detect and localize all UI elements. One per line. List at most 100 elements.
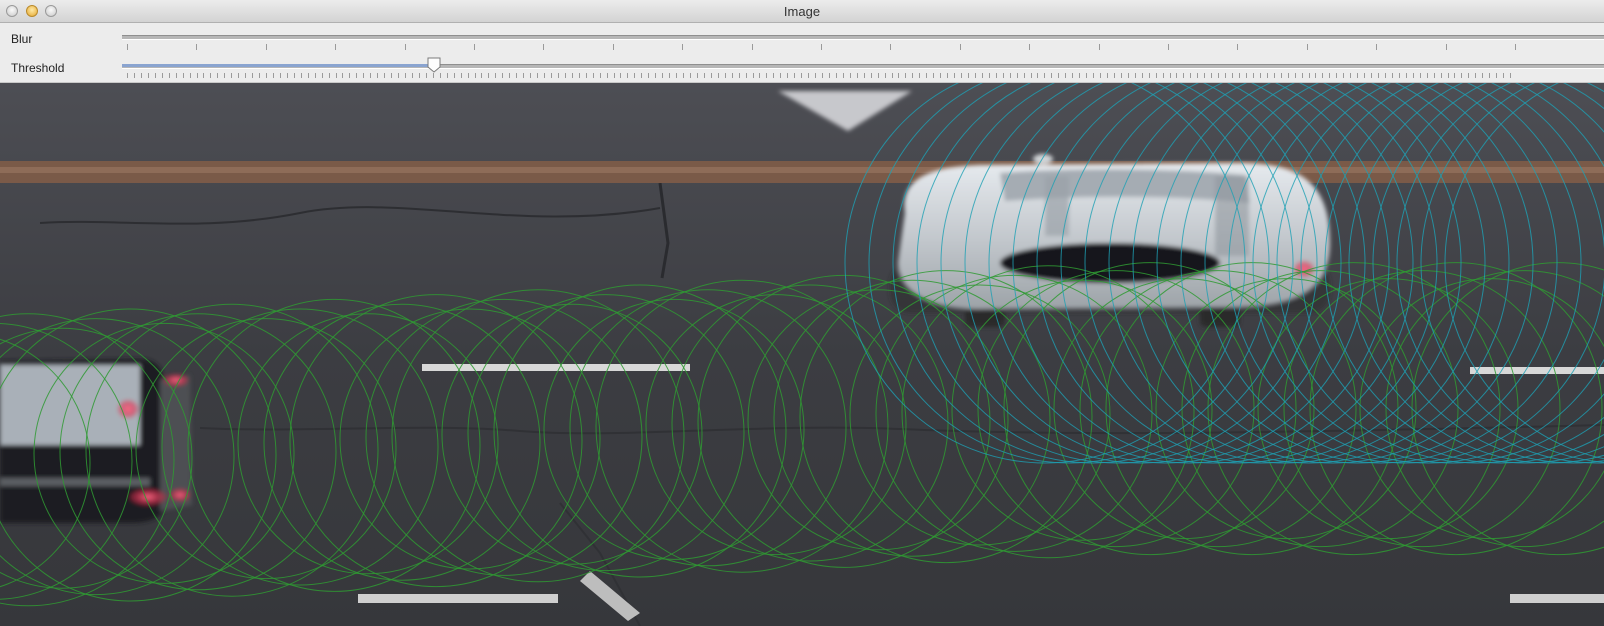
slider-tick bbox=[391, 73, 393, 78]
slider-tick bbox=[808, 73, 810, 78]
center-line-highlight bbox=[0, 167, 1604, 173]
slider-tick bbox=[676, 73, 678, 78]
threshold-slider-thumb[interactable] bbox=[426, 57, 442, 73]
lane-dash bbox=[1510, 594, 1604, 603]
slider-tick bbox=[613, 73, 615, 78]
blur-slider-row: Blur bbox=[0, 25, 1604, 53]
slider-tick bbox=[842, 73, 844, 78]
slider-tick bbox=[1357, 73, 1359, 78]
slider-tick bbox=[940, 73, 942, 78]
slider-tick bbox=[196, 44, 198, 50]
slider-tick bbox=[884, 73, 886, 78]
slider-tick bbox=[495, 73, 497, 78]
slider-tick bbox=[835, 73, 837, 78]
slider-tick bbox=[828, 73, 830, 78]
slider-tick bbox=[891, 73, 893, 78]
slider-tick bbox=[488, 73, 490, 78]
slider-tick bbox=[912, 73, 914, 78]
slider-tick bbox=[1155, 73, 1157, 78]
slider-tick bbox=[1280, 73, 1282, 78]
blur-slider[interactable] bbox=[122, 25, 1604, 53]
slider-tick bbox=[189, 73, 191, 78]
slider-tick bbox=[460, 73, 462, 78]
slider-tick bbox=[954, 73, 956, 78]
slider-tick bbox=[1482, 73, 1484, 78]
slider-tick bbox=[363, 73, 365, 78]
slider-tick bbox=[1454, 73, 1456, 78]
image-viewport bbox=[0, 83, 1604, 626]
slider-tick bbox=[877, 73, 879, 78]
slider-tick bbox=[245, 73, 247, 78]
slider-tick bbox=[1237, 44, 1239, 50]
slider-tick bbox=[404, 44, 406, 50]
slider-tick bbox=[1134, 73, 1136, 78]
slider-tick bbox=[919, 73, 921, 78]
slider-tick bbox=[634, 73, 636, 78]
slider-tick bbox=[1398, 73, 1400, 78]
threshold-slider-ticks bbox=[122, 73, 1604, 80]
threshold-label: Threshold bbox=[11, 61, 65, 75]
slider-tick bbox=[1343, 73, 1345, 78]
slider-tick bbox=[1371, 73, 1373, 78]
dark-suv bbox=[0, 359, 192, 523]
slider-tick bbox=[474, 44, 475, 50]
slider-tick bbox=[1294, 73, 1296, 78]
slider-tick bbox=[1197, 73, 1199, 78]
slider-tick bbox=[439, 73, 441, 78]
road-image bbox=[0, 83, 1604, 626]
slider-tick bbox=[703, 73, 705, 78]
slider-tick bbox=[745, 73, 747, 78]
slider-tick bbox=[898, 73, 900, 78]
slider-tick bbox=[432, 73, 434, 78]
slider-tick bbox=[502, 73, 504, 78]
slider-tick bbox=[599, 73, 601, 78]
slider-tick bbox=[974, 73, 976, 78]
slider-tick bbox=[1168, 44, 1169, 50]
slider-tick bbox=[1106, 73, 1108, 78]
slider-tick bbox=[1447, 73, 1449, 78]
window-title: Image bbox=[783, 4, 821, 19]
slider-tick bbox=[612, 44, 614, 50]
blur-label: Blur bbox=[11, 32, 33, 46]
slider-tick bbox=[1322, 73, 1324, 78]
slider-tick bbox=[557, 73, 559, 78]
slider-tick bbox=[1072, 73, 1074, 78]
slider-tick bbox=[592, 73, 594, 78]
slider-tick bbox=[752, 73, 754, 78]
slider-tick bbox=[1169, 73, 1171, 78]
slider-tick bbox=[1030, 73, 1032, 78]
slider-tick bbox=[1044, 73, 1046, 78]
slider-tick bbox=[1098, 44, 1100, 50]
lane-dash bbox=[358, 594, 558, 603]
slider-tick bbox=[1009, 73, 1011, 78]
slider-tick bbox=[1336, 73, 1338, 78]
slider-tick bbox=[620, 73, 622, 78]
slider-tick bbox=[259, 73, 261, 78]
slider-tick bbox=[196, 73, 198, 78]
slider-tick bbox=[655, 73, 657, 78]
slider-tick bbox=[384, 73, 386, 78]
slider-tick bbox=[961, 73, 962, 78]
slider-tick bbox=[1496, 73, 1498, 78]
slider-tick bbox=[147, 73, 149, 78]
slider-tick bbox=[1419, 73, 1421, 78]
slider-tick bbox=[1510, 73, 1512, 78]
slider-tick bbox=[1176, 73, 1178, 78]
slider-tick bbox=[307, 73, 309, 78]
slider-tick bbox=[210, 73, 212, 78]
slider-tick bbox=[265, 44, 267, 50]
slider-tick bbox=[863, 73, 865, 78]
slider-tick bbox=[870, 73, 872, 78]
slider-tick bbox=[606, 73, 608, 78]
slider-tick bbox=[571, 73, 573, 78]
slider-tick bbox=[1329, 73, 1331, 78]
threshold-slider[interactable] bbox=[122, 54, 1604, 82]
slider-tick bbox=[759, 73, 761, 78]
slider-tick bbox=[1245, 73, 1247, 78]
slider-tick bbox=[398, 73, 400, 78]
slider-tick bbox=[537, 73, 539, 78]
slider-tick bbox=[1266, 73, 1268, 78]
slider-tick bbox=[1127, 73, 1129, 78]
slider-tick bbox=[1440, 73, 1442, 78]
slider-tick bbox=[801, 73, 803, 78]
